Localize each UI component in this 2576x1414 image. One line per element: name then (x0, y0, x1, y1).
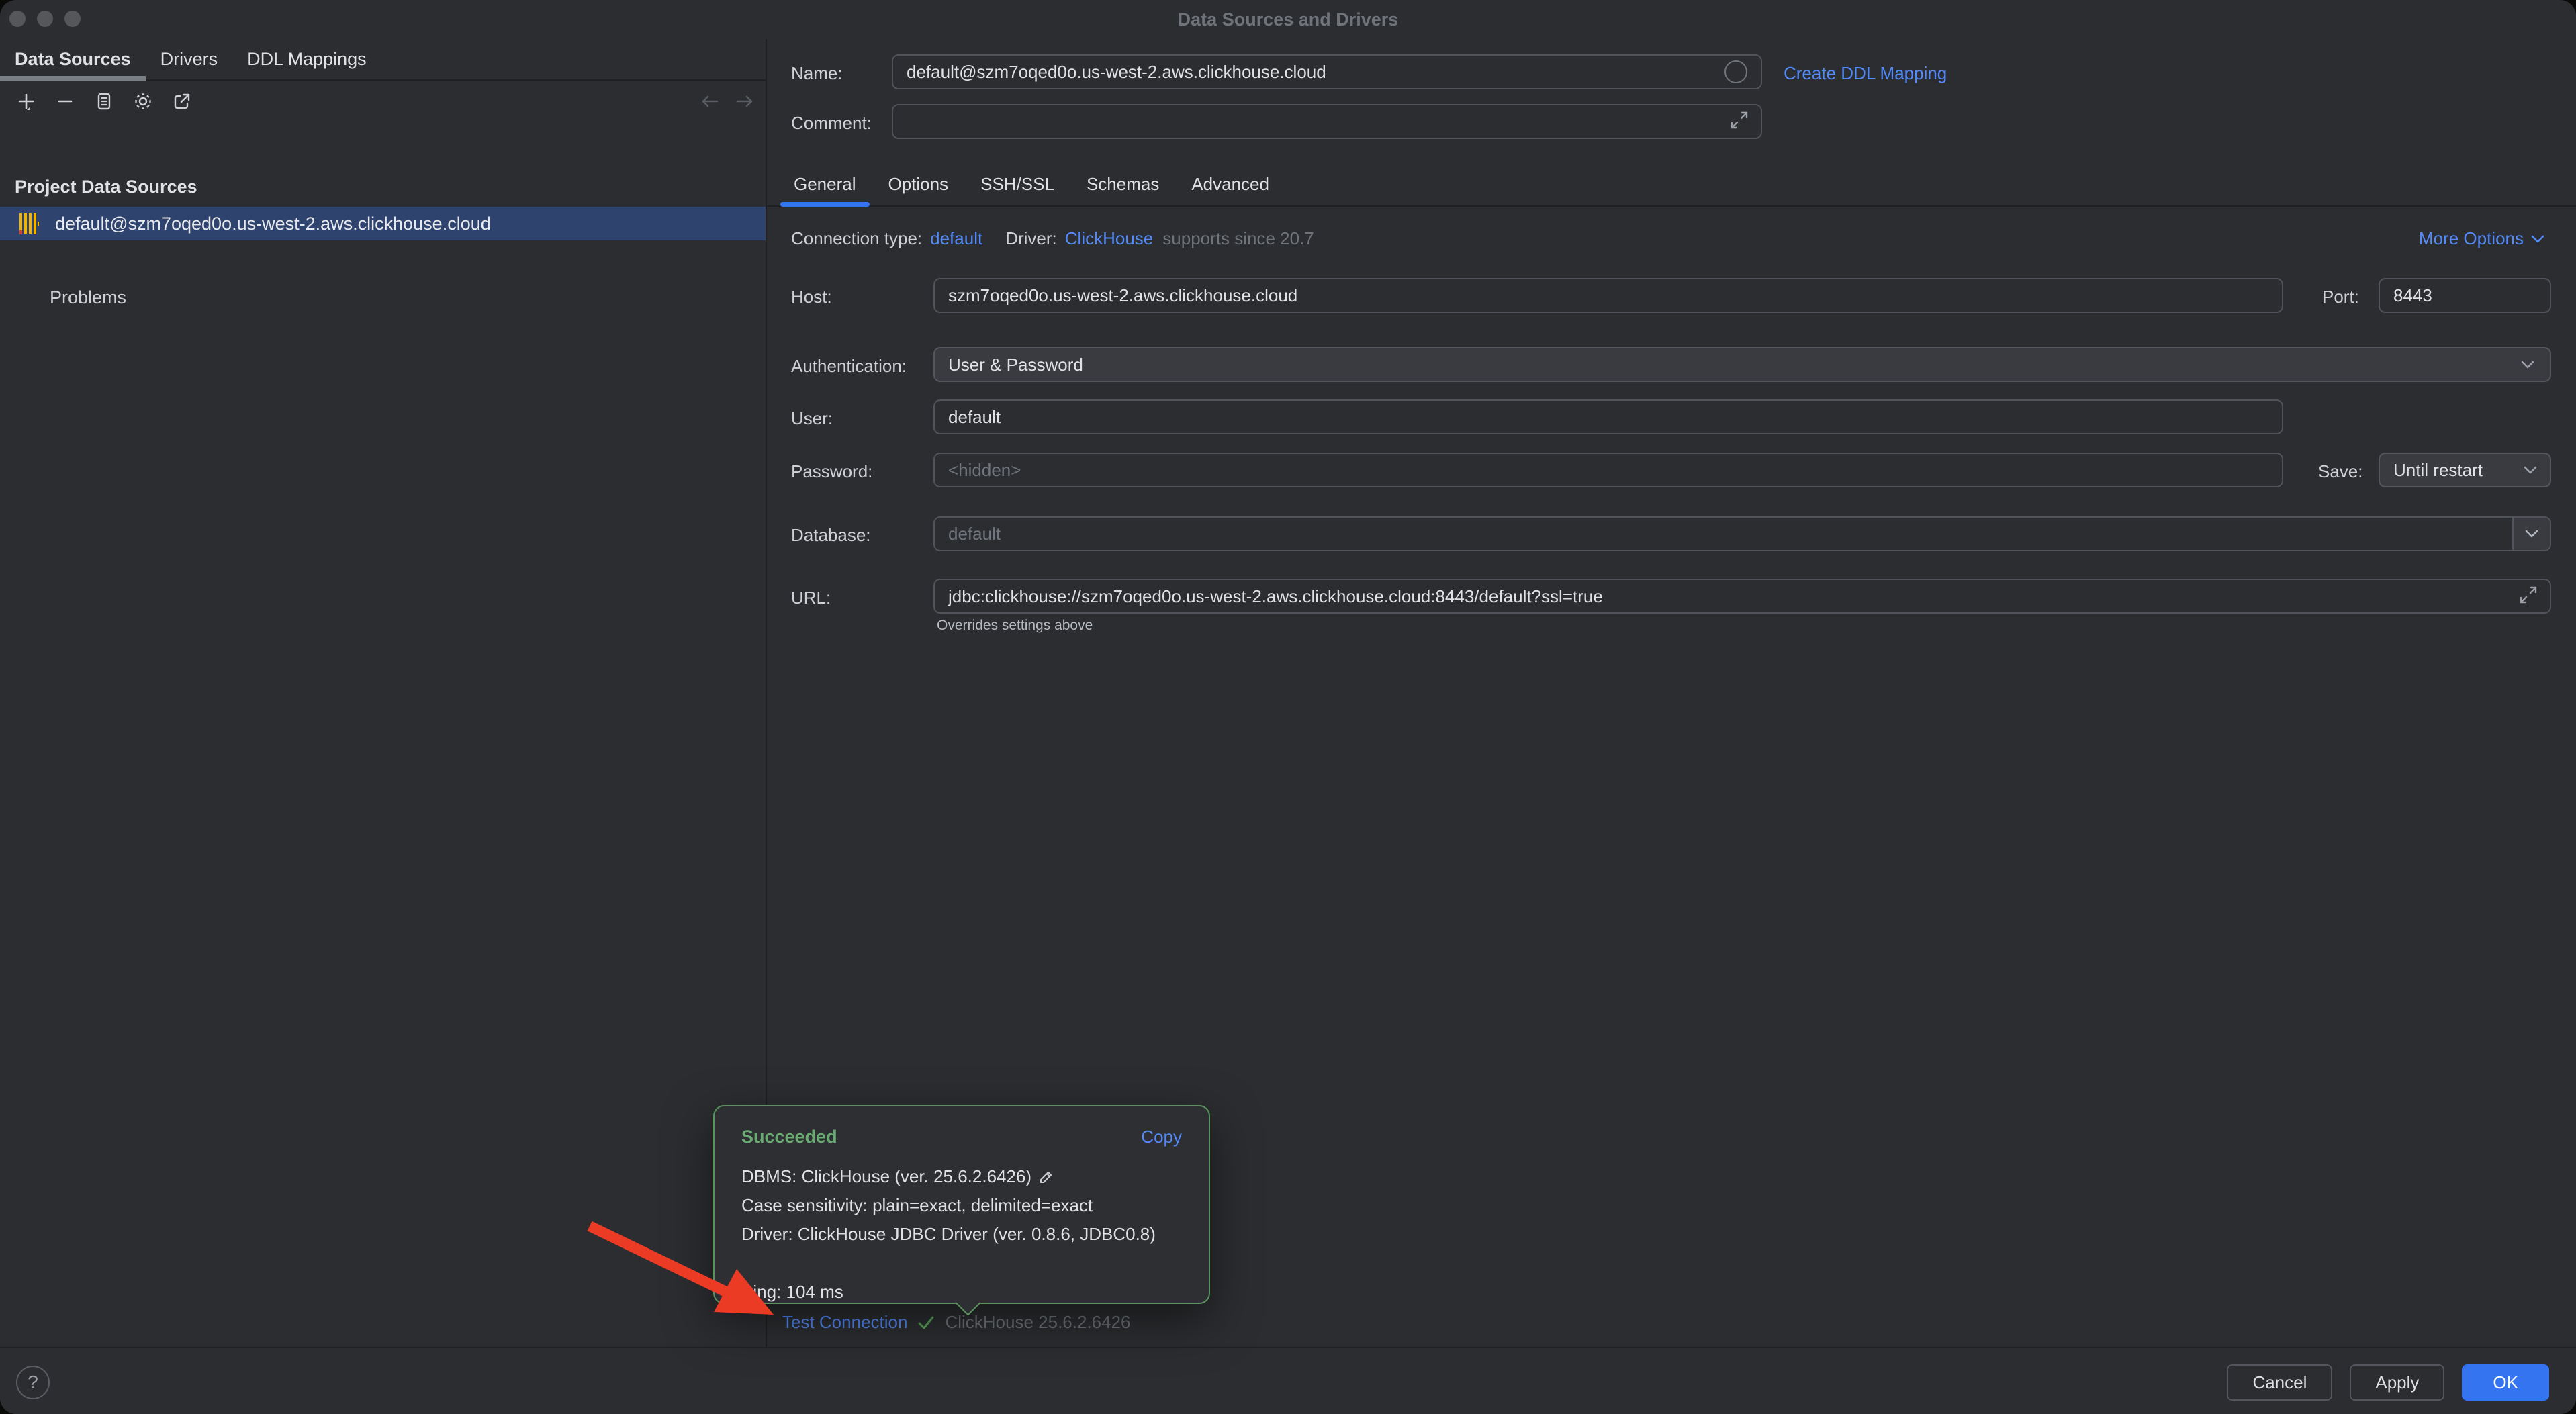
host-input[interactable]: szm7oqed0o.us-west-2.aws.clickhouse.clou… (933, 278, 2283, 313)
driver-label: Driver: (1005, 228, 1057, 249)
sidebar: Data Sources Drivers DDL Mappings (0, 39, 767, 1348)
tab-general[interactable]: General (778, 163, 872, 205)
connection-type-row: Connection type: default Driver: ClickHo… (791, 228, 1314, 249)
problems-section[interactable]: Problems (50, 287, 126, 308)
url-note: Overrides settings above (937, 618, 1093, 634)
title-bar: Data Sources and Drivers (0, 0, 2576, 40)
user-label: User: (791, 408, 833, 429)
chevron-down-icon (2523, 465, 2538, 475)
tab-ssh-ssl[interactable]: SSH/SSL (964, 163, 1070, 205)
checkmark-icon (917, 1315, 935, 1331)
connection-type-label: Connection type: (791, 228, 922, 249)
host-label: Host: (791, 287, 832, 308)
tab-data-sources[interactable]: Data Sources (0, 39, 146, 79)
name-input[interactable]: default@szm7oqed0o.us-west-2.aws.clickho… (892, 54, 1762, 89)
port-input[interactable]: 8443 (2379, 278, 2551, 313)
minus-icon (53, 89, 77, 113)
connection-type-value-link[interactable]: default (930, 228, 982, 249)
expand-icon[interactable] (2518, 584, 2539, 606)
comment-input[interactable] (892, 104, 1762, 139)
history-nav (698, 81, 756, 122)
comment-label: Comment: (791, 113, 872, 134)
status-circle-icon (1724, 60, 1747, 83)
sidebar-tab-bar: Data Sources Drivers DDL Mappings (0, 39, 766, 81)
dbms-info: DBMS: ClickHouse (ver. 25.6.2.6426) (741, 1162, 1031, 1191)
forward-arrow-icon[interactable] (733, 91, 756, 111)
data-source-name: default@szm7oqed0o.us-west-2.aws.clickho… (55, 214, 491, 234)
dbms-version-text: ClickHouse 25.6.2.6426 (945, 1312, 1130, 1333)
chevron-down-icon (2520, 360, 2535, 369)
gear-icon (131, 89, 155, 113)
cancel-button[interactable]: Cancel (2227, 1364, 2332, 1401)
more-options-link[interactable]: More Options (2419, 228, 2545, 249)
tab-ddl-mappings[interactable]: DDL Mappings (232, 39, 381, 79)
window-title: Data Sources and Drivers (0, 9, 2576, 30)
password-label: Password: (791, 461, 872, 482)
duplicate-button[interactable] (90, 87, 118, 115)
save-select[interactable]: Until restart (2379, 453, 2551, 487)
driver-support-note: supports since 20.7 (1162, 228, 1314, 249)
create-ddl-mapping-link[interactable]: Create DDL Mapping (1784, 63, 1947, 84)
open-in-new-icon (170, 89, 194, 113)
connection-result-popup: Succeeded Copy DBMS: ClickHouse (ver. 25… (713, 1105, 1210, 1304)
expand-icon[interactable] (1729, 109, 1750, 131)
settings-button[interactable] (129, 87, 157, 115)
database-label: Database: (791, 525, 871, 546)
database-dropdown-button[interactable] (2512, 518, 2550, 550)
password-input[interactable]: <hidden> (933, 453, 2283, 487)
back-arrow-icon[interactable] (698, 91, 721, 111)
authentication-label: Authentication: (791, 356, 907, 377)
port-label: Port: (2322, 287, 2359, 308)
help-button[interactable]: ? (16, 1366, 50, 1399)
export-button[interactable] (168, 87, 196, 115)
driver-info: Driver: ClickHouse JDBC Driver (ver. 0.8… (741, 1220, 1182, 1249)
test-connection-row: Test Connection ClickHouse 25.6.2.6426 (782, 1312, 1131, 1333)
add-button[interactable] (12, 87, 40, 115)
test-connection-link[interactable]: Test Connection (782, 1312, 907, 1333)
dialog-footer: ? Cancel Apply OK (0, 1347, 2576, 1414)
data-sources-dialog: Data Sources and Drivers Data Sources Dr… (0, 0, 2576, 1414)
authentication-select[interactable]: User & Password (933, 347, 2551, 382)
user-input[interactable]: default (933, 399, 2283, 434)
tab-schemas[interactable]: Schemas (1070, 163, 1175, 205)
tab-advanced[interactable]: Advanced (1175, 163, 1285, 205)
remove-button[interactable] (51, 87, 79, 115)
ok-button[interactable]: OK (2462, 1364, 2549, 1401)
project-data-sources-heading: Project Data Sources (15, 177, 197, 197)
case-sensitivity-info: Case sensitivity: plain=exact, delimited… (741, 1191, 1182, 1220)
data-source-list-item[interactable]: default@szm7oqed0o.us-west-2.aws.clickho… (0, 207, 766, 240)
tab-options[interactable]: Options (872, 163, 965, 205)
copy-link[interactable]: Copy (1141, 1127, 1182, 1147)
driver-value-link[interactable]: ClickHouse (1065, 228, 1154, 249)
name-label: Name: (791, 63, 843, 84)
clickhouse-icon (19, 212, 39, 235)
pencil-icon[interactable] (1037, 1168, 1056, 1186)
connection-status: Succeeded (741, 1127, 837, 1147)
plus-icon (14, 89, 38, 113)
save-label: Save: (2318, 461, 2363, 482)
url-input[interactable]: jdbc:clickhouse://szm7oqed0o.us-west-2.a… (933, 579, 2551, 614)
chevron-down-icon (2524, 529, 2539, 538)
apply-button[interactable]: Apply (2350, 1364, 2444, 1401)
chevron-down-icon (2530, 234, 2545, 244)
tab-drivers[interactable]: Drivers (146, 39, 233, 79)
duplicate-icon (92, 89, 116, 113)
database-combobox[interactable]: default (933, 516, 2551, 551)
settings-tab-bar: General Options SSH/SSL Schemas Advanced (766, 163, 2576, 207)
sidebar-toolbar (0, 81, 766, 122)
url-label: URL: (791, 587, 831, 608)
